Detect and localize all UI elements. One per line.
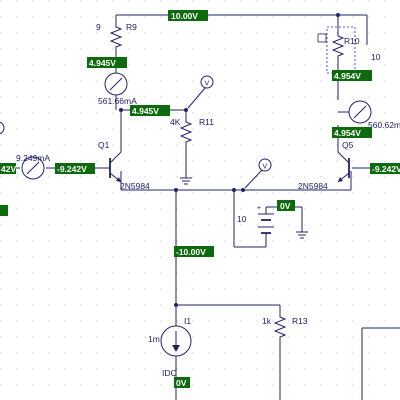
q1-part: 2N5984 xyxy=(120,181,150,191)
probe-top-rail-value: 10.00V xyxy=(171,11,198,21)
grid-background xyxy=(0,0,400,400)
svg-text:V: V xyxy=(263,164,268,171)
r11-label: R11 xyxy=(199,117,214,127)
probe-q1-collector-value: 4.945V xyxy=(132,106,159,116)
probe-q1-collector[interactable]: 4.945V xyxy=(130,105,170,116)
i1-value: 1m xyxy=(148,334,160,344)
probe-q5-base-value: -9.242V xyxy=(372,164,400,174)
q5-part: 2N5984 xyxy=(298,181,328,191)
probe-emitter-node-value: -10.00V xyxy=(176,247,206,257)
svg-text:+: + xyxy=(257,205,261,212)
r13-label: R13 xyxy=(292,316,308,326)
probe-source-zero-value: 0V xyxy=(280,201,291,211)
probe-q1-base-value: -9.242V xyxy=(57,164,87,174)
probe-q1-base[interactable]: -9.242V xyxy=(55,163,95,174)
schematic-drawing[interactable]: 9 R9 R10 10 4K R11 1k R13 561.66mA 560.6… xyxy=(0,0,400,400)
r13-value: 1k xyxy=(262,316,272,326)
probe-emitter-node[interactable]: -10.00V xyxy=(174,246,214,257)
probe-q1-base-edge[interactable]: 42V xyxy=(0,163,16,174)
i1-label: I1 xyxy=(184,316,191,326)
q1-label: Q1 xyxy=(98,140,110,150)
probe-r10-bottom-value: 4.954V xyxy=(334,71,361,81)
v-source-value: 10 xyxy=(237,214,247,224)
probe-i1-bottom-value: 0V xyxy=(176,378,187,388)
q5-label: Q5 xyxy=(342,140,354,150)
r9-label: R9 xyxy=(126,22,137,32)
probe-top-rail[interactable]: 10.00V xyxy=(168,10,208,21)
i1-type: IDC xyxy=(162,368,177,378)
probe-r9-bottom[interactable]: 4.945V xyxy=(87,57,127,68)
base-current-readout: 9.249mA xyxy=(16,153,50,163)
probe-r9-bottom-value: 4.945V xyxy=(89,58,116,68)
r10-value: 10 xyxy=(371,52,381,62)
r9-value: 9 xyxy=(96,22,101,32)
r11-value: 4K xyxy=(170,117,181,127)
right-current-readout: 560.62mA xyxy=(368,120,400,130)
probe-q5-base[interactable]: -9.242V xyxy=(370,163,400,174)
probe-q1-base-edge-value: 42V xyxy=(1,164,16,174)
svg-text:V: V xyxy=(205,81,210,88)
probe-q5-collector-value: 4.954V xyxy=(334,128,361,138)
left-current-readout: 561.66mA xyxy=(98,96,137,106)
selection-handle[interactable] xyxy=(317,33,327,43)
probe-q5-collector[interactable]: 4.954V xyxy=(332,127,372,138)
probe-left-edge-bottom[interactable] xyxy=(0,205,8,216)
schematic-canvas[interactable]: 9 R9 R10 10 4K R11 1k R13 561.66mA 560.6… xyxy=(0,0,400,400)
probe-source-zero[interactable]: 0V xyxy=(277,200,295,211)
r10-label: R10 xyxy=(344,36,360,46)
probe-i1-bottom[interactable]: 0V xyxy=(174,377,190,388)
probe-r10-bottom[interactable]: 4.954V xyxy=(332,70,372,81)
